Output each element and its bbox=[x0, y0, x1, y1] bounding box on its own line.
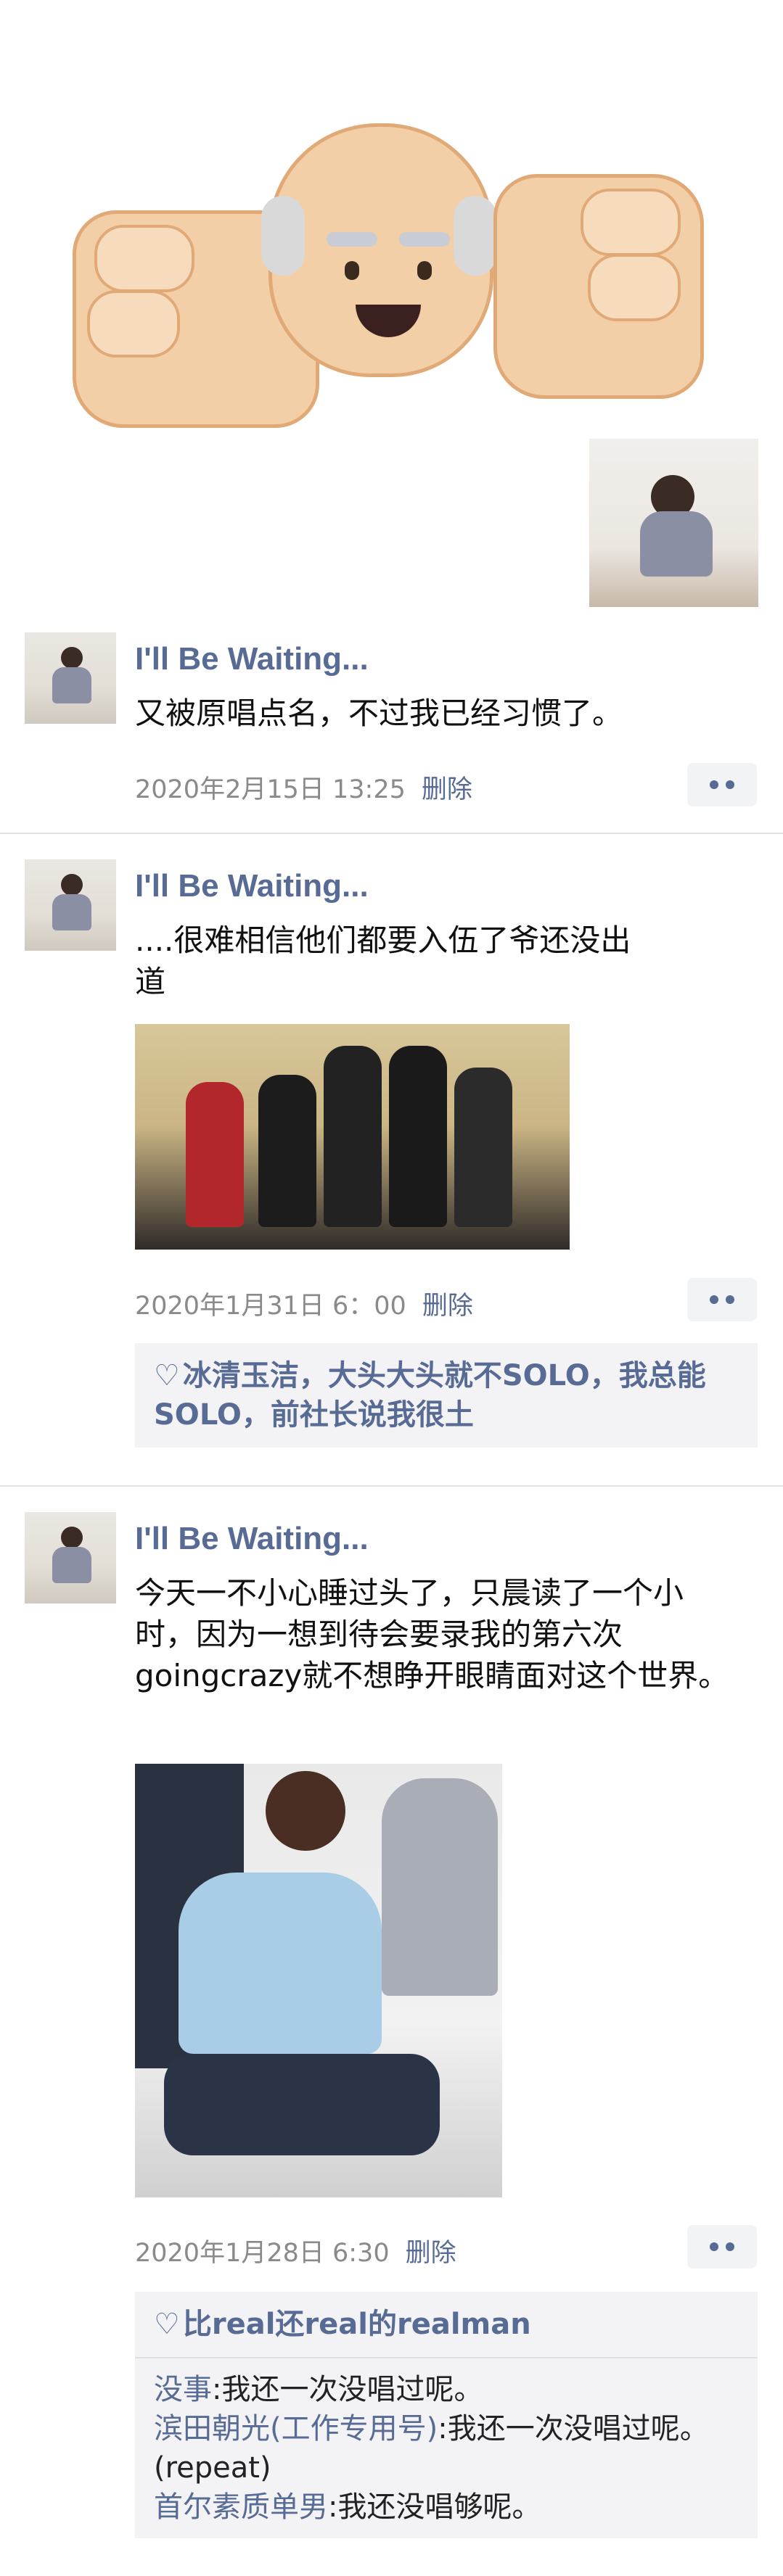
post-meta: 2020年2月15日 13:25 删除 bbox=[135, 769, 472, 806]
post-timestamp: 2020年1月31日 6：00 bbox=[135, 1292, 406, 1321]
old-man-eyebrow bbox=[327, 232, 377, 247]
comment-separator-colon: : bbox=[438, 2412, 448, 2445]
delete-link[interactable]: 删除 bbox=[422, 775, 472, 804]
avatar[interactable] bbox=[25, 632, 116, 724]
old-man-fist-bump-emoji bbox=[58, 109, 704, 457]
dot-icon bbox=[726, 2242, 734, 2251]
old-man-hair bbox=[454, 196, 497, 276]
likes-names[interactable]: 冰清玉洁，大头大头就不SOLO，我总能SOLO，前社长说我很土 bbox=[154, 1359, 706, 1432]
delete-link[interactable]: 删除 bbox=[406, 2239, 456, 2268]
likes-line: ♡ 冰清玉洁，大头大头就不SOLO，我总能SOLO，前社长说我很土 bbox=[135, 1343, 758, 1448]
right-fist-knuckle bbox=[588, 254, 681, 321]
post-username[interactable]: I'll Be Waiting... bbox=[135, 868, 369, 904]
person-figure bbox=[164, 2054, 440, 2155]
person-figure bbox=[454, 1068, 512, 1227]
dot-icon bbox=[710, 780, 718, 789]
comment-author[interactable]: 首尔素质单男 bbox=[154, 2490, 328, 2524]
comments-list: 没事:我还一次没唱过呢。 滨田朝光(工作专用号):我还一次没唱过呢。(repea… bbox=[135, 2358, 758, 2538]
person-figure bbox=[640, 511, 713, 577]
heart-icon: ♡ bbox=[154, 1359, 180, 1392]
avatar-figure bbox=[61, 1527, 83, 1548]
comment-separator-colon: : bbox=[212, 2373, 222, 2406]
comment-item[interactable]: 没事:我还一次没唱过呢。 bbox=[154, 2370, 739, 2409]
post-username[interactable]: I'll Be Waiting... bbox=[135, 1521, 369, 1557]
old-man-eye bbox=[417, 261, 432, 280]
comment-separator-colon: : bbox=[328, 2490, 338, 2524]
attached-photo[interactable] bbox=[589, 439, 758, 607]
more-options-button[interactable] bbox=[687, 2225, 757, 2269]
post-meta: 2020年1月28日 6:30 删除 bbox=[135, 2232, 456, 2269]
heart-icon: ♡ bbox=[154, 2308, 180, 2341]
avatar-figure bbox=[52, 894, 91, 930]
dot-icon bbox=[726, 780, 734, 789]
right-fist-knuckle bbox=[581, 189, 681, 256]
comment-text: 我还没唱够呢。 bbox=[337, 2490, 541, 2524]
post-timestamp: 2020年1月28日 6:30 bbox=[135, 2239, 390, 2268]
avatar-figure bbox=[61, 874, 83, 896]
person-figure bbox=[186, 1082, 244, 1227]
avatar[interactable] bbox=[25, 1512, 116, 1603]
avatar-figure bbox=[52, 1547, 91, 1583]
more-options-button[interactable] bbox=[687, 1278, 757, 1321]
likes-names[interactable]: 比real还real的realman bbox=[183, 2308, 531, 2341]
left-fist-knuckle bbox=[94, 225, 194, 292]
person-figure bbox=[389, 1046, 447, 1227]
avatar[interactable] bbox=[25, 859, 116, 951]
likes-comments-box: ♡ 比real还real的realman 没事:我还一次没唱过呢。 滨田朝光(工作… bbox=[135, 2292, 758, 2538]
post-meta: 2020年1月31日 6：00 删除 bbox=[135, 1285, 473, 1322]
more-options-button[interactable] bbox=[687, 763, 757, 806]
post-divider bbox=[0, 833, 783, 834]
delete-link[interactable]: 删除 bbox=[422, 1292, 473, 1321]
dot-icon bbox=[726, 1295, 734, 1304]
person-figure bbox=[324, 1046, 382, 1227]
post-text: 今天一不小心睡过头了，只晨读了一个小时，因为一想到待会要录我的第六次goingc… bbox=[135, 1575, 729, 1693]
person-figure bbox=[266, 1771, 345, 1851]
person-figure bbox=[179, 1873, 382, 2054]
dot-icon bbox=[710, 2242, 718, 2251]
post-username[interactable]: I'll Be Waiting... bbox=[135, 641, 369, 677]
dot-icon bbox=[710, 1295, 718, 1304]
post-text: 又被原唱点名，不过我已经习惯了。 bbox=[135, 695, 623, 731]
post-text: ....很难相信他们都要入伍了爷还没出道 bbox=[135, 922, 631, 999]
person-figure bbox=[258, 1075, 316, 1227]
comment-item[interactable]: 首尔素质单男:我还没唱够呢。 bbox=[154, 2488, 739, 2527]
left-fist-knuckle bbox=[87, 290, 180, 358]
old-man-hair bbox=[261, 196, 305, 276]
avatar-figure bbox=[52, 667, 91, 703]
comment-item[interactable]: 滨田朝光(工作专用号):我还一次没唱过呢。(repeat) bbox=[154, 2409, 739, 2488]
post-image[interactable] bbox=[135, 1024, 570, 1250]
post-image[interactable] bbox=[135, 1764, 502, 2197]
likes-box: ♡ 冰清玉洁，大头大头就不SOLO，我总能SOLO，前社长说我很土 bbox=[135, 1343, 758, 1448]
comment-author[interactable]: 没事 bbox=[154, 2373, 212, 2406]
comment-author[interactable]: 滨田朝光(工作专用号) bbox=[154, 2412, 438, 2445]
person-figure bbox=[382, 1778, 498, 1996]
post-timestamp: 2020年2月15日 13:25 bbox=[135, 775, 406, 804]
old-man-eyebrow bbox=[399, 232, 450, 247]
comment-text: 我还一次没唱过呢。 bbox=[221, 2373, 483, 2406]
post-divider bbox=[0, 1485, 783, 1487]
avatar-figure bbox=[61, 647, 83, 669]
old-man-eye bbox=[345, 261, 359, 280]
likes-line: ♡ 比real还real的realman bbox=[135, 2292, 758, 2357]
